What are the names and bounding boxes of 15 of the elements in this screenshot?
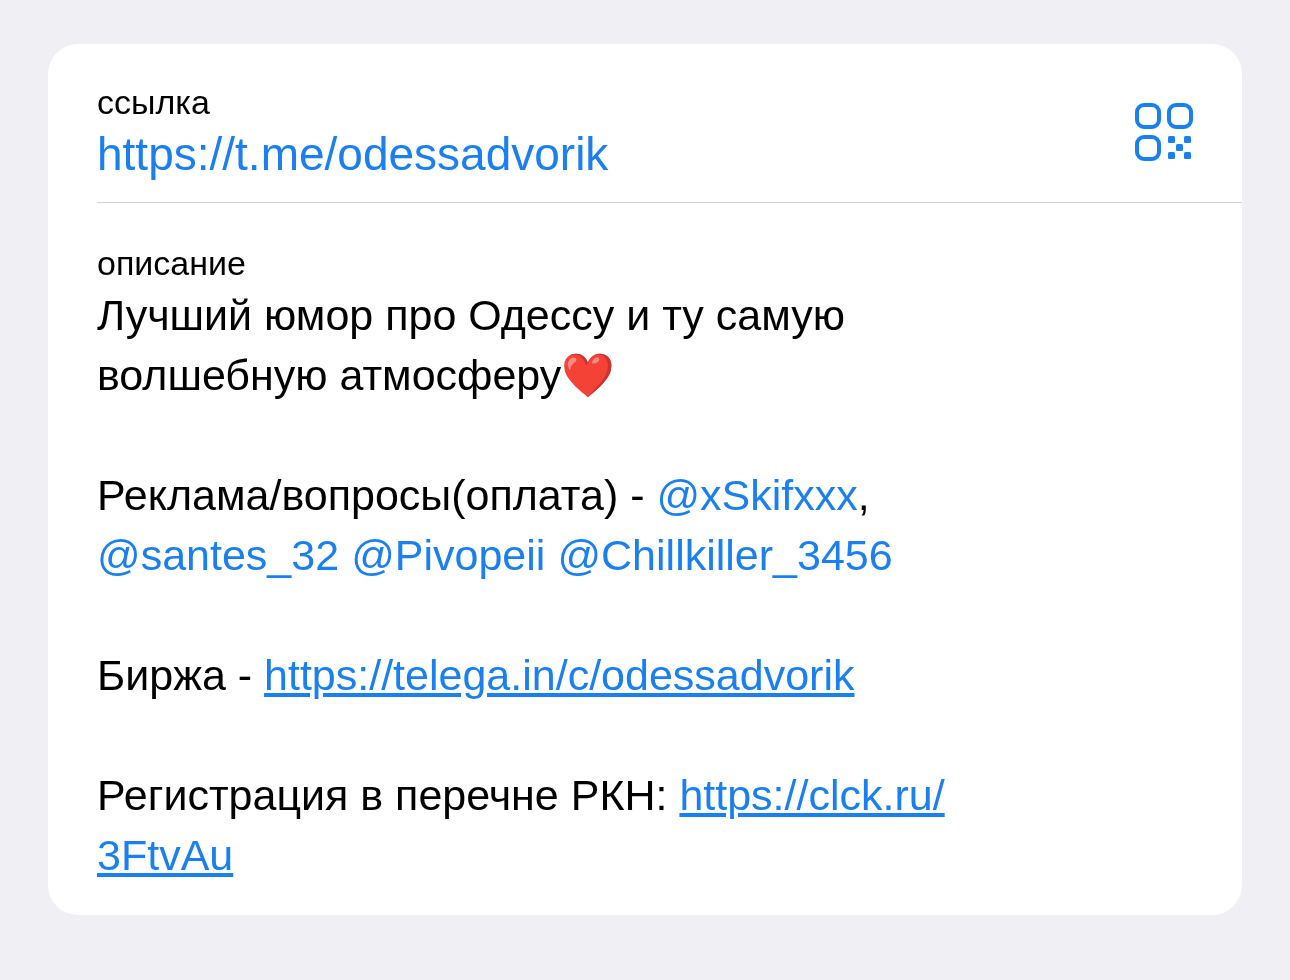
mention-link[interactable]: @Pivopeii xyxy=(351,531,546,579)
channel-link[interactable]: https://t.me/odessadvorik xyxy=(97,126,609,182)
web-link[interactable]: https://clck.ru/ xyxy=(679,771,945,819)
web-link[interactable]: 3FtvAu xyxy=(97,831,234,879)
qr-code-icon[interactable] xyxy=(1134,102,1194,162)
description-text: Реклама/вопросы(оплата) - @xSkifxxx, @santes_32 @Pivopeii @Chillkiller_3456 xyxy=(97,470,894,581)
description-text: Биржа - https://telega.in/c/odessadvorik xyxy=(97,650,856,701)
description-label: описание xyxy=(97,243,247,283)
link-label: ссылка xyxy=(97,82,211,122)
mention-link[interactable]: @santes_32 xyxy=(97,531,340,579)
description-text: Регистрация в перечне РКН: https://clck.ru/ 3FtvAu xyxy=(97,770,946,881)
mention-link[interactable]: @xSkifxxx xyxy=(656,471,858,519)
mention-link[interactable]: @Chillkiller_3456 xyxy=(557,531,893,579)
description-text: Лучший юмор про Одессу и ту самую волшебную атмосферу❤ xyxy=(97,290,846,401)
web-link[interactable]: https://telega.in/c/odessadvorik xyxy=(264,651,855,699)
